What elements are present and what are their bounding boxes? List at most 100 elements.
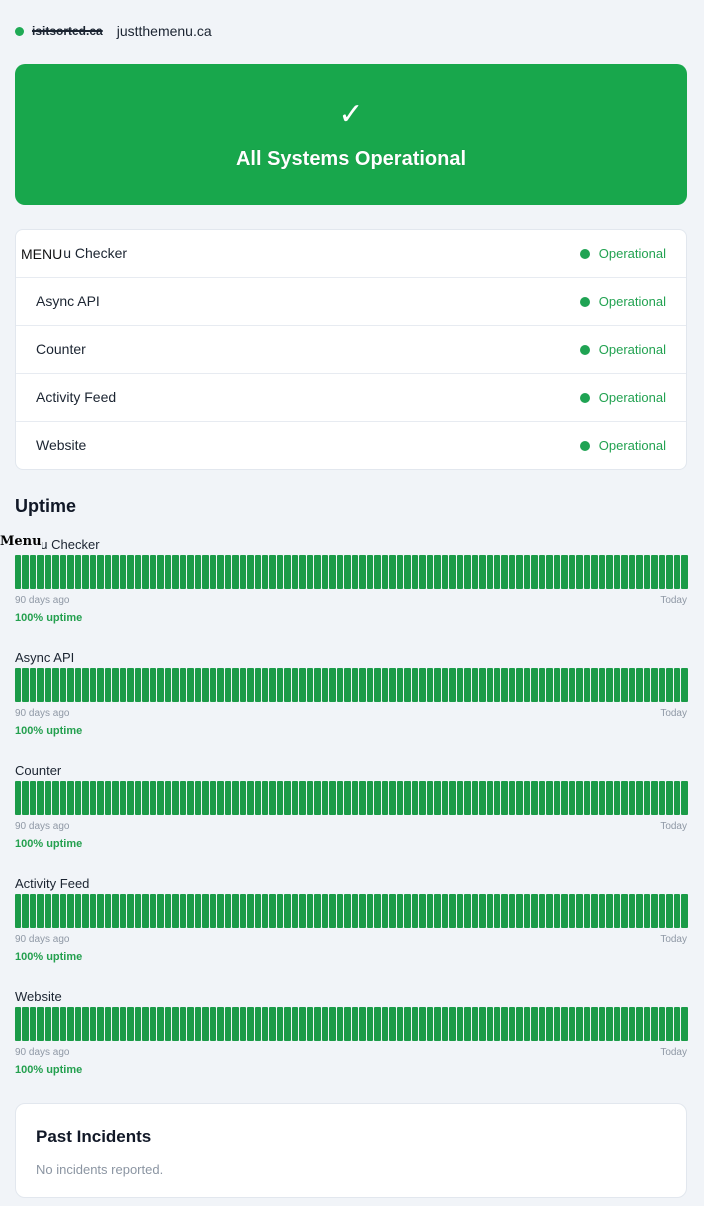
uptime-day-bar[interactable] bbox=[22, 668, 29, 702]
uptime-day-bar[interactable] bbox=[134, 894, 142, 928]
uptime-day-bar[interactable] bbox=[44, 1007, 52, 1041]
uptime-day-bar[interactable] bbox=[82, 894, 89, 928]
uptime-day-bar[interactable] bbox=[127, 668, 134, 702]
uptime-day-bar[interactable] bbox=[202, 781, 209, 815]
uptime-day-bar[interactable] bbox=[119, 1007, 127, 1041]
uptime-day-bar[interactable] bbox=[29, 894, 37, 928]
uptime-day-bar[interactable] bbox=[329, 781, 336, 815]
uptime-day-bar[interactable] bbox=[336, 781, 344, 815]
uptime-day-bar[interactable] bbox=[636, 1007, 643, 1041]
uptime-day-bar[interactable] bbox=[546, 781, 553, 815]
uptime-day-bar[interactable] bbox=[44, 555, 52, 589]
uptime-day-bar[interactable] bbox=[591, 555, 598, 589]
uptime-day-bar[interactable] bbox=[643, 894, 651, 928]
uptime-day-bar[interactable] bbox=[666, 894, 673, 928]
uptime-day-bar[interactable] bbox=[314, 1007, 321, 1041]
uptime-day-bar[interactable] bbox=[89, 555, 97, 589]
uptime-day-bar[interactable] bbox=[134, 668, 142, 702]
uptime-day-bar[interactable] bbox=[613, 1007, 621, 1041]
uptime-day-bar[interactable] bbox=[396, 555, 404, 589]
uptime-day-bar[interactable] bbox=[479, 781, 486, 815]
uptime-day-bar[interactable] bbox=[516, 781, 523, 815]
uptime-day-bar[interactable] bbox=[247, 1007, 254, 1041]
uptime-day-bar[interactable] bbox=[381, 781, 389, 815]
uptime-day-bar[interactable] bbox=[449, 894, 456, 928]
uptime-day-bar[interactable] bbox=[247, 555, 254, 589]
uptime-day-bar[interactable] bbox=[508, 668, 516, 702]
uptime-day-bar[interactable] bbox=[479, 1007, 486, 1041]
uptime-day-bar[interactable] bbox=[239, 668, 247, 702]
uptime-day-bar[interactable] bbox=[29, 668, 37, 702]
uptime-day-bar[interactable] bbox=[613, 555, 621, 589]
uptime-day-bar[interactable] bbox=[97, 894, 104, 928]
uptime-day-bar[interactable] bbox=[673, 894, 681, 928]
uptime-day-bar[interactable] bbox=[172, 894, 179, 928]
uptime-day-bar[interactable] bbox=[366, 555, 374, 589]
uptime-day-bar[interactable] bbox=[426, 668, 434, 702]
uptime-day-bar[interactable] bbox=[359, 668, 366, 702]
uptime-day-bar[interactable] bbox=[82, 781, 89, 815]
uptime-day-bar[interactable] bbox=[22, 1007, 29, 1041]
uptime-day-bar[interactable] bbox=[396, 668, 404, 702]
uptime-day-bar[interactable] bbox=[471, 668, 479, 702]
uptime-day-bar[interactable] bbox=[471, 894, 479, 928]
uptime-day-bar[interactable] bbox=[74, 781, 82, 815]
uptime-day-bar[interactable] bbox=[419, 1007, 426, 1041]
uptime-day-bar[interactable] bbox=[37, 668, 44, 702]
uptime-day-bar[interactable] bbox=[471, 555, 479, 589]
uptime-day-bar[interactable] bbox=[306, 1007, 314, 1041]
uptime-day-bar[interactable] bbox=[658, 668, 666, 702]
uptime-day-bar[interactable] bbox=[591, 668, 598, 702]
uptime-day-bar[interactable] bbox=[546, 894, 553, 928]
uptime-day-bar[interactable] bbox=[621, 1007, 628, 1041]
uptime-day-bar[interactable] bbox=[553, 781, 561, 815]
uptime-day-bar[interactable] bbox=[52, 555, 59, 589]
uptime-day-bar[interactable] bbox=[351, 555, 359, 589]
uptime-day-bar[interactable] bbox=[523, 555, 531, 589]
uptime-day-bar[interactable] bbox=[523, 781, 531, 815]
uptime-day-bar[interactable] bbox=[531, 1007, 538, 1041]
uptime-day-bar[interactable] bbox=[666, 1007, 673, 1041]
uptime-day-bar[interactable] bbox=[643, 668, 651, 702]
uptime-day-bar[interactable] bbox=[15, 668, 22, 702]
uptime-day-bar[interactable] bbox=[276, 781, 284, 815]
uptime-day-bar[interactable] bbox=[217, 1007, 224, 1041]
uptime-day-bar[interactable] bbox=[508, 555, 516, 589]
uptime-day-bar[interactable] bbox=[366, 1007, 374, 1041]
uptime-day-bar[interactable] bbox=[673, 1007, 681, 1041]
uptime-day-bar[interactable] bbox=[179, 668, 187, 702]
uptime-day-bar[interactable] bbox=[52, 781, 59, 815]
uptime-day-bar[interactable] bbox=[344, 1007, 351, 1041]
uptime-day-bar[interactable] bbox=[411, 1007, 419, 1041]
uptime-day-bar[interactable] bbox=[97, 1007, 104, 1041]
uptime-day-bar[interactable] bbox=[381, 555, 389, 589]
uptime-day-bar[interactable] bbox=[239, 781, 247, 815]
uptime-day-bar[interactable] bbox=[217, 894, 224, 928]
uptime-day-bar[interactable] bbox=[299, 555, 306, 589]
uptime-day-bar[interactable] bbox=[681, 555, 688, 589]
uptime-day-bar[interactable] bbox=[471, 781, 479, 815]
uptime-day-bar[interactable] bbox=[149, 555, 157, 589]
uptime-day-bar[interactable] bbox=[486, 555, 493, 589]
uptime-day-bar[interactable] bbox=[351, 781, 359, 815]
uptime-day-bar[interactable] bbox=[531, 894, 538, 928]
uptime-day-bar[interactable] bbox=[598, 894, 606, 928]
uptime-day-bar[interactable] bbox=[359, 1007, 366, 1041]
uptime-day-bar[interactable] bbox=[127, 781, 134, 815]
uptime-day-bar[interactable] bbox=[37, 555, 44, 589]
uptime-day-bar[interactable] bbox=[247, 668, 254, 702]
uptime-day-bar[interactable] bbox=[681, 668, 688, 702]
uptime-day-bar[interactable] bbox=[59, 894, 67, 928]
uptime-day-bar[interactable] bbox=[486, 668, 493, 702]
uptime-day-bar[interactable] bbox=[381, 1007, 389, 1041]
uptime-day-bar[interactable] bbox=[389, 894, 396, 928]
uptime-day-bar[interactable] bbox=[456, 555, 464, 589]
uptime-day-bar[interactable] bbox=[606, 668, 613, 702]
uptime-day-bar[interactable] bbox=[583, 668, 591, 702]
uptime-day-bar[interactable] bbox=[404, 781, 411, 815]
uptime-day-bar[interactable] bbox=[396, 1007, 404, 1041]
uptime-day-bar[interactable] bbox=[74, 555, 82, 589]
uptime-day-bar[interactable] bbox=[404, 1007, 411, 1041]
uptime-day-bar[interactable] bbox=[232, 781, 239, 815]
uptime-day-bar[interactable] bbox=[321, 668, 329, 702]
